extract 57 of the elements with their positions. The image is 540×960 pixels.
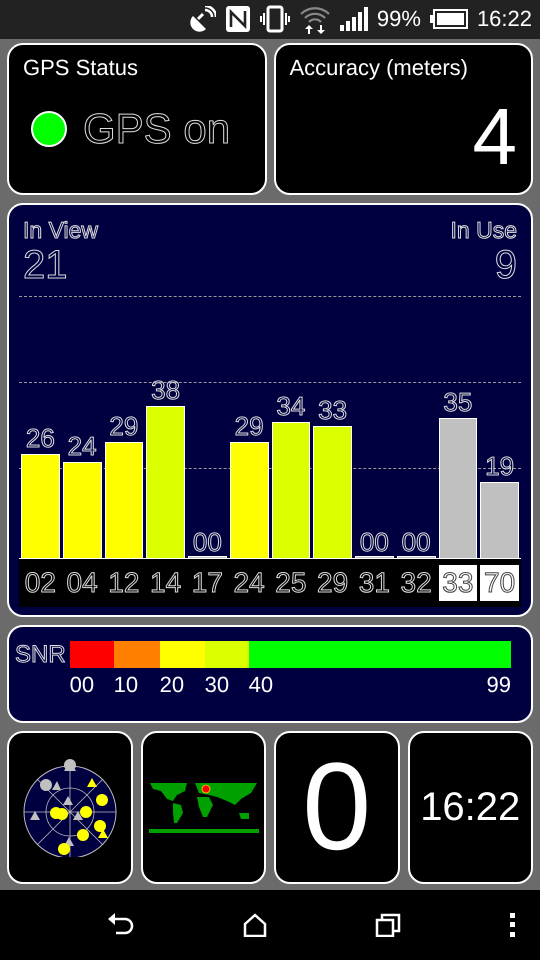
snr-value: 19 xyxy=(484,452,516,481)
in-view-label: In View xyxy=(23,216,98,244)
sky-plot-tile[interactable] xyxy=(7,730,132,884)
signal-icon xyxy=(340,7,368,32)
snr-value: 26 xyxy=(24,424,56,453)
in-use-label: In Use xyxy=(450,216,517,244)
scale-tick: 10 xyxy=(114,672,138,697)
gps-state-text: GPS on xyxy=(83,104,230,153)
vibrate-icon xyxy=(260,5,290,34)
snr-value: 00 xyxy=(358,528,390,557)
clock-time: 16:22 xyxy=(420,784,520,830)
snr-value: 29 xyxy=(108,412,140,441)
counter-tile[interactable]: 0 xyxy=(274,730,400,884)
more-icon[interactable] xyxy=(510,912,516,937)
nfc-icon xyxy=(224,5,251,34)
battery-icon xyxy=(430,9,468,30)
satellite-id: 25 xyxy=(274,566,308,600)
satellite-id: 29 xyxy=(316,566,350,600)
satellite-id: 24 xyxy=(232,566,266,600)
snr-label: SNR xyxy=(15,640,66,670)
snr-value: 38 xyxy=(150,376,182,405)
scale-tick: 99 xyxy=(486,672,511,698)
snr-value: 29 xyxy=(234,412,265,441)
satellite-id: 12 xyxy=(107,566,140,600)
accuracy-value: 4 xyxy=(472,96,517,177)
battery-percent: 99% xyxy=(376,6,421,32)
status-time: 16:22 xyxy=(476,6,532,32)
scale-tick: 30 xyxy=(204,672,230,697)
snr-value: 34 xyxy=(275,392,306,421)
wifi-data-icon xyxy=(298,4,331,34)
recent-apps-icon[interactable] xyxy=(375,912,402,937)
satellite-id: 04 xyxy=(66,566,99,600)
snr-value: 24 xyxy=(66,432,98,461)
scale-tick: 00 xyxy=(70,672,94,697)
satellite-id: 32 xyxy=(400,566,433,600)
back-icon[interactable] xyxy=(108,912,134,937)
in-view-count: 21 xyxy=(23,244,68,286)
snr-value: 00 xyxy=(192,528,223,557)
satellite-id: 70 xyxy=(480,564,519,601)
card-title: GPS Status xyxy=(23,54,139,81)
satellite-id: 02 xyxy=(24,566,57,600)
scale-tick: 40 xyxy=(248,672,274,697)
satellite-id: 17 xyxy=(190,566,224,600)
scale-tick: 20 xyxy=(160,672,184,697)
world-map-tile[interactable] xyxy=(140,730,266,884)
in-use-count: 9 xyxy=(494,244,517,286)
satellite-id: 14 xyxy=(149,566,182,600)
home-icon[interactable] xyxy=(242,912,267,937)
card-title: Accuracy (meters) xyxy=(290,54,469,81)
satellite-id: 33 xyxy=(438,564,478,601)
satellite-id: 31 xyxy=(358,566,391,600)
snr-value: 00 xyxy=(400,528,432,557)
clock-tile[interactable]: 16:22 xyxy=(408,730,533,884)
satellite-dish-icon xyxy=(190,6,216,32)
snr-value: 35 xyxy=(442,388,474,417)
counter-value: 0 xyxy=(302,745,372,870)
snr-value: 33 xyxy=(317,396,348,425)
